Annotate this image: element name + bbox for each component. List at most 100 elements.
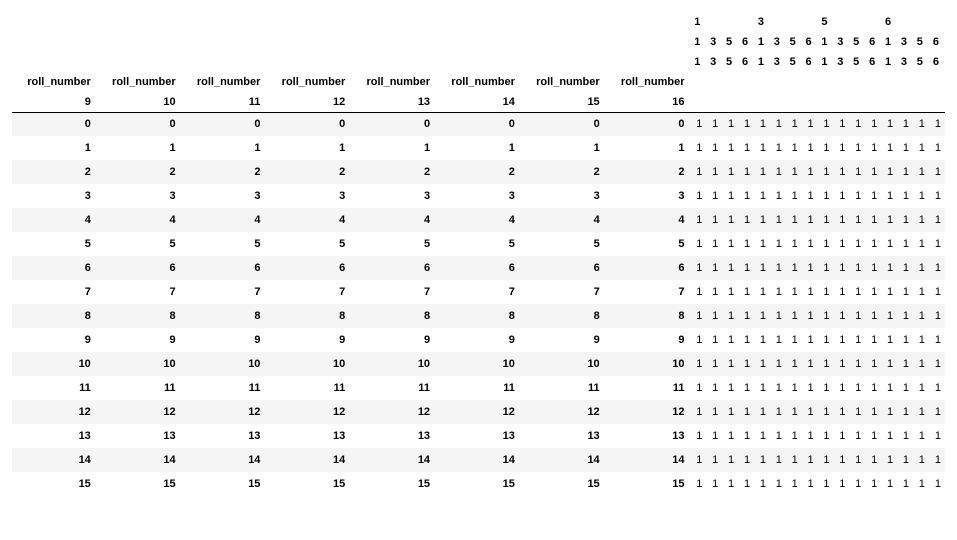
value-cell: 1	[754, 304, 770, 328]
col-header: 6	[802, 32, 818, 52]
value-cell: 1	[897, 232, 913, 256]
index-cell: 13	[521, 424, 606, 448]
index-cell: 1	[436, 136, 521, 160]
value-cell: 1	[897, 304, 913, 328]
index-col-label: roll_number	[12, 72, 97, 92]
value-cell: 1	[849, 376, 865, 400]
value-cell: 1	[722, 328, 738, 352]
index-header-blank	[436, 32, 521, 52]
index-cell: 13	[182, 424, 267, 448]
value-cell: 1	[786, 232, 802, 256]
index-cell: 0	[351, 112, 436, 136]
index-cell: 10	[97, 352, 182, 376]
value-cell: 1	[802, 256, 818, 280]
value-cell: 1	[929, 232, 945, 256]
value-cell: 1	[834, 232, 850, 256]
index-col-label: roll_number	[97, 72, 182, 92]
index-cell: 2	[182, 160, 267, 184]
value-cell: 1	[786, 160, 802, 184]
index-cell: 15	[97, 472, 182, 496]
table-row: 14141414141414141111111111111111	[12, 448, 945, 472]
value-cell: 1	[849, 184, 865, 208]
index-cell: 0	[12, 112, 97, 136]
col-header	[834, 12, 850, 32]
index-cell: 5	[436, 232, 521, 256]
value-cell: 1	[929, 160, 945, 184]
index-cell: 1	[266, 136, 351, 160]
index-cell: 9	[182, 328, 267, 352]
value-cell: 1	[691, 376, 707, 400]
value-cell: 1	[849, 208, 865, 232]
value-cell: 1	[706, 280, 722, 304]
index-cell: 2	[436, 160, 521, 184]
value-cell: 1	[865, 304, 881, 328]
value-cell: 1	[897, 136, 913, 160]
index-cell: 15	[351, 472, 436, 496]
index-cell: 14	[521, 448, 606, 472]
value-cell: 1	[818, 232, 834, 256]
col-header	[913, 12, 929, 32]
value-cell: 1	[897, 352, 913, 376]
index-col-number: 10	[97, 92, 182, 112]
value-cell: 1	[881, 376, 897, 400]
col-header: 1	[818, 52, 834, 72]
value-cell: 1	[897, 280, 913, 304]
index-cell: 9	[266, 328, 351, 352]
index-cell: 2	[351, 160, 436, 184]
index-header-blank	[12, 32, 97, 52]
value-cell: 1	[706, 112, 722, 136]
value-cell: 1	[770, 208, 786, 232]
value-cell: 1	[802, 448, 818, 472]
value-cell: 1	[913, 448, 929, 472]
value-cell: 1	[706, 304, 722, 328]
value-cell: 1	[786, 448, 802, 472]
index-cell: 7	[521, 280, 606, 304]
value-cell: 1	[834, 112, 850, 136]
value-cell: 1	[786, 304, 802, 328]
index-cell: 11	[521, 376, 606, 400]
index-header-blank	[521, 32, 606, 52]
value-cell: 1	[849, 256, 865, 280]
value-cell: 1	[691, 184, 707, 208]
col-header	[849, 12, 865, 32]
value-cell: 1	[865, 160, 881, 184]
index-cell: 2	[97, 160, 182, 184]
index-cell: 14	[97, 448, 182, 472]
value-cell: 1	[691, 136, 707, 160]
index-cell: 10	[521, 352, 606, 376]
value-cell: 1	[691, 256, 707, 280]
col-header: 6	[802, 52, 818, 72]
value-cell: 1	[818, 304, 834, 328]
col-header: 3	[897, 32, 913, 52]
index-header-blank	[97, 12, 182, 32]
index-cell: 13	[97, 424, 182, 448]
index-header-blank	[351, 52, 436, 72]
value-cell: 1	[849, 328, 865, 352]
index-header-blank	[266, 32, 351, 52]
col-header: 5	[913, 52, 929, 72]
value-cell: 1	[849, 280, 865, 304]
value-cell: 1	[706, 376, 722, 400]
index-cell: 3	[351, 184, 436, 208]
value-cell: 1	[897, 112, 913, 136]
index-cell: 5	[521, 232, 606, 256]
value-cell: 1	[913, 280, 929, 304]
index-cell: 0	[266, 112, 351, 136]
index-cell: 5	[351, 232, 436, 256]
value-cell: 1	[897, 328, 913, 352]
value-cell: 1	[722, 400, 738, 424]
value-cell: 1	[913, 256, 929, 280]
index-cell: 3	[606, 184, 691, 208]
index-header-blank	[351, 12, 436, 32]
index-cell: 1	[521, 136, 606, 160]
value-cell: 1	[929, 184, 945, 208]
value-cell: 1	[738, 400, 754, 424]
index-cell: 15	[12, 472, 97, 496]
value-cell: 1	[706, 208, 722, 232]
value-cell: 1	[722, 280, 738, 304]
value-cell: 1	[929, 328, 945, 352]
value-cell: 1	[738, 184, 754, 208]
value-cell: 1	[881, 232, 897, 256]
index-cell: 5	[182, 232, 267, 256]
index-cell: 15	[436, 472, 521, 496]
